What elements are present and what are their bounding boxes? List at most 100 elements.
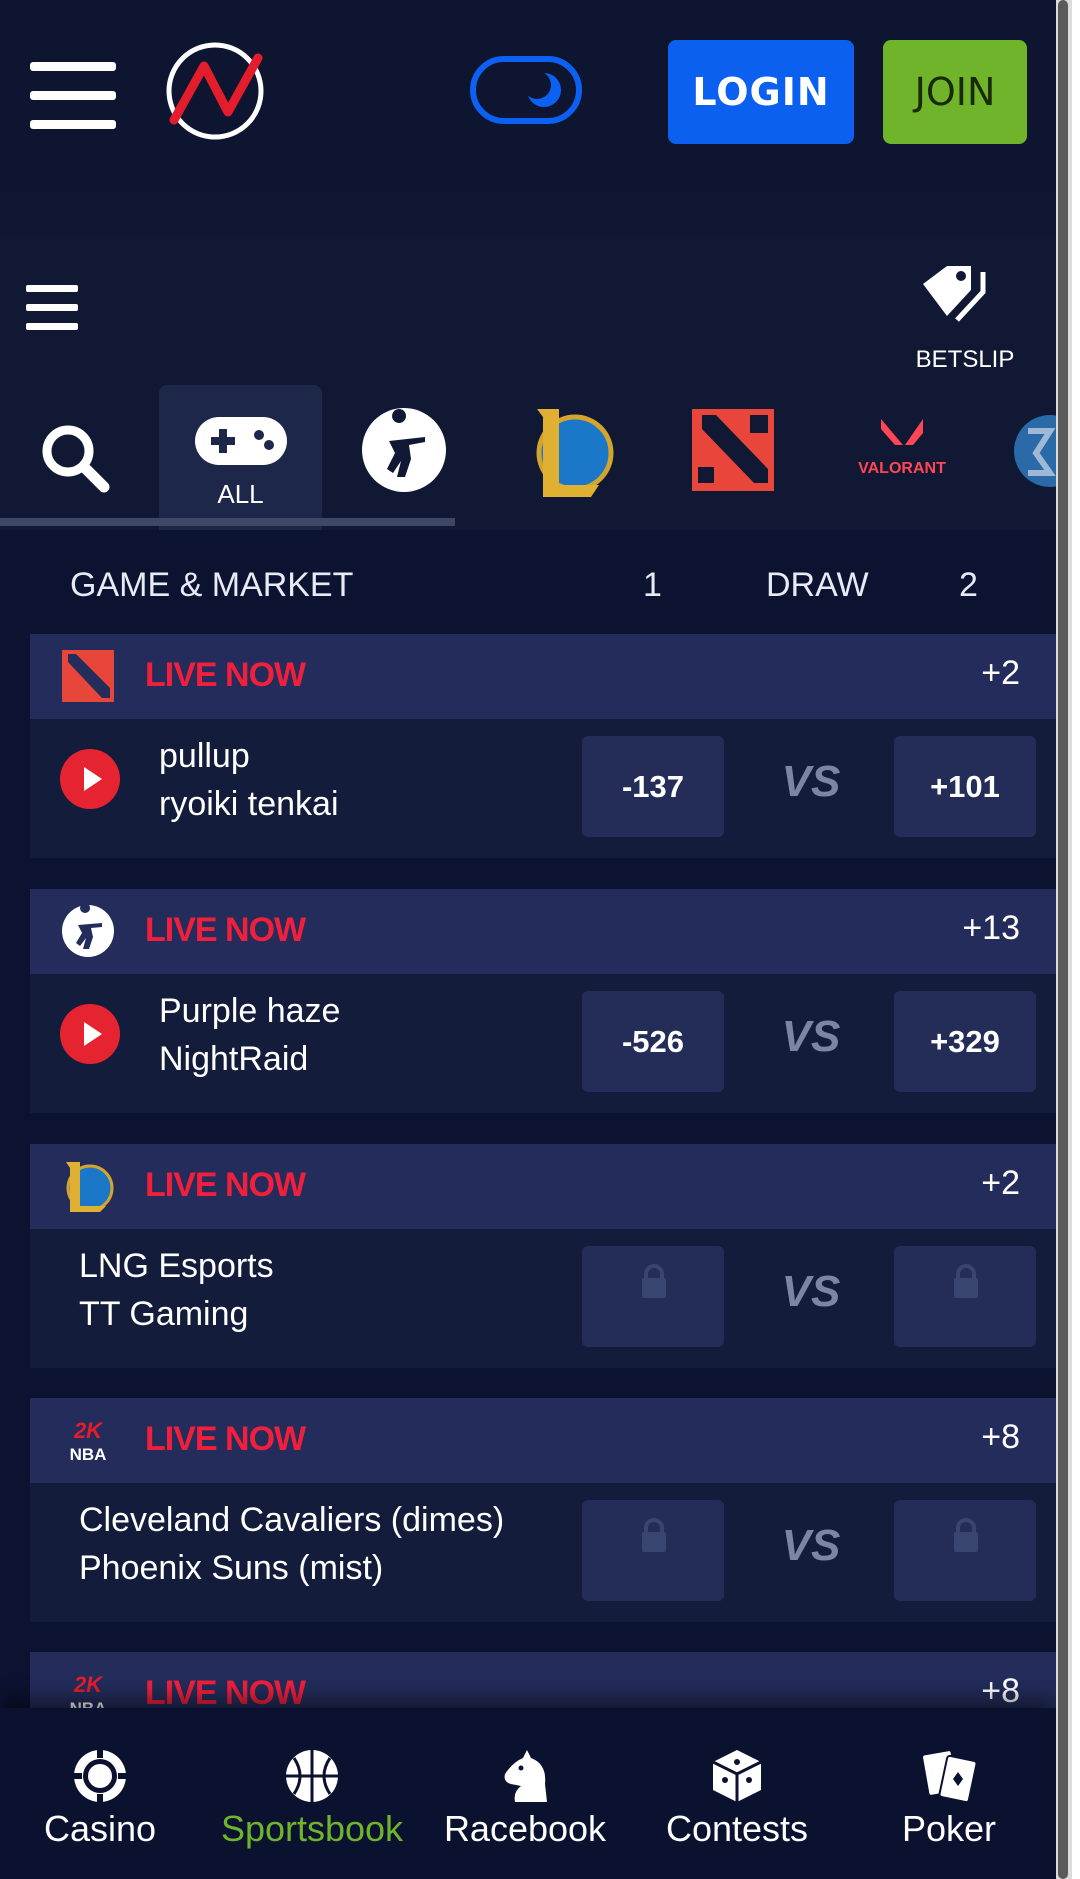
match-row: Cleveland Cavaliers (dimes) Phoenix Suns… <box>30 1483 1056 1622</box>
team-1-name: LNG Esports <box>79 1247 274 1285</box>
counter-strike-icon <box>62 903 114 957</box>
nav-poker[interactable]: Poker <box>849 1708 1049 1879</box>
game-market-header: GAME & MARKET <box>70 566 354 604</box>
valorant-icon: VALORANT <box>858 419 946 477</box>
live-now-label: LIVE NOW <box>145 911 306 949</box>
dota-2-icon <box>62 650 114 702</box>
team-2-name: Phoenix Suns (mist) <box>79 1549 384 1587</box>
vs-label: VS <box>781 1012 841 1061</box>
lock-icon <box>642 1264 666 1298</box>
draw-header: DRAW <box>766 566 869 604</box>
horse-icon <box>504 1750 547 1802</box>
page-scrollbar[interactable] <box>1056 0 1072 1879</box>
team-2-name: NightRaid <box>159 1040 309 1078</box>
more-markets-link[interactable]: +13 <box>962 909 1020 948</box>
live-now-label: LIVE NOW <box>145 1166 306 1204</box>
casino-chip-icon <box>74 1750 126 1802</box>
odds-team-1-locked <box>582 1246 724 1347</box>
live-stream-button[interactable] <box>60 1004 120 1064</box>
tab-dota-2[interactable] <box>686 385 786 530</box>
odds-team-2-button[interactable]: +329 <box>894 991 1036 1092</box>
odds-team-1-button[interactable]: -137 <box>582 736 724 837</box>
playing-cards-icon <box>921 1749 977 1804</box>
vs-label: VS <box>781 757 841 806</box>
tab-all-label: ALL <box>217 479 264 509</box>
dota-2-icon <box>692 409 774 491</box>
join-button[interactable]: JOIN <box>883 40 1027 144</box>
live-stream-button[interactable] <box>60 749 120 809</box>
header-divider <box>0 192 1056 237</box>
counter-strike-icon <box>362 408 446 492</box>
nav-sportsbook[interactable]: Sportsbook <box>212 1708 412 1879</box>
match-card: 2K NBA LIVE NOW +8 Cleveland Cavaliers (… <box>30 1398 1056 1622</box>
match-row: pullup ryoiki tenkai -137 VS +101 <box>30 719 1056 858</box>
tab-league-of-legends[interactable] <box>523 385 623 530</box>
svg-text:2K: 2K <box>73 1672 104 1697</box>
match-card: LIVE NOW +13 Purple haze NightRaid -526 … <box>30 889 1056 1113</box>
more-markets-link[interactable]: +8 <box>981 1418 1020 1457</box>
team-2-name: ryoiki tenkai <box>159 785 339 823</box>
tab-counter-strike[interactable] <box>355 385 455 530</box>
market-table-header: GAME & MARKET 1 DRAW 2 <box>0 530 1056 634</box>
match-header: LIVE NOW +2 <box>30 1144 1056 1229</box>
nav-contests-label: Contests <box>665 1808 809 1849</box>
main-menu-button[interactable] <box>30 62 116 130</box>
scrollbar-thumb[interactable] <box>1058 0 1068 1879</box>
sportsbook-app: LOGIN JOIN BETSLIP ALL VALORANT GAME & M… <box>0 0 1056 1879</box>
lock-icon <box>954 1264 978 1298</box>
sportsbook-header <box>0 237 1056 385</box>
nav-casino[interactable]: Casino <box>0 1708 200 1879</box>
more-markets-link[interactable]: +2 <box>981 1164 1020 1203</box>
brand-logo[interactable] <box>160 36 270 146</box>
odds-team-2-button[interactable]: +101 <box>894 736 1036 837</box>
login-button[interactable]: LOGIN <box>668 40 854 144</box>
svg-text:NBA: NBA <box>70 1445 107 1464</box>
odds-team-2-locked <box>894 1500 1036 1601</box>
starcraft-icon <box>1014 415 1056 487</box>
odds-team-1-locked <box>582 1500 724 1601</box>
nav-racebook[interactable]: Racebook <box>425 1708 625 1879</box>
more-markets-link[interactable]: +8 <box>981 1672 1020 1711</box>
nav-sportsbook-label: Sportsbook <box>220 1808 404 1849</box>
league-of-legends-icon <box>66 1162 114 1212</box>
dark-mode-toggle[interactable] <box>470 56 582 124</box>
live-now-label: LIVE NOW <box>145 656 306 694</box>
team-1-name: pullup <box>159 737 250 775</box>
nav-casino-label: Casino <box>43 1808 157 1849</box>
svg-text:2K: 2K <box>73 1418 104 1443</box>
match-row: Purple haze NightRaid -526 VS +329 <box>30 974 1056 1113</box>
lock-icon <box>642 1518 666 1552</box>
tab-starcraft[interactable] <box>1010 385 1056 530</box>
category-scroll-indicator[interactable] <box>0 518 455 526</box>
betslip-label: BETSLIP <box>915 346 1015 373</box>
gamepad-icon <box>195 417 287 465</box>
sports-menu-button[interactable] <box>26 285 78 331</box>
basketball-icon <box>286 1750 338 1802</box>
col-2-header: 2 <box>959 566 978 604</box>
category-tabs: ALL VALORANT <box>0 385 1056 530</box>
match-header: LIVE NOW +13 <box>30 889 1056 974</box>
betslip-button[interactable]: BETSLIP <box>905 262 1025 382</box>
match-header: LIVE NOW +2 <box>30 634 1056 719</box>
col-1-header: 1 <box>643 566 662 604</box>
nav-poker-label: Poker <box>901 1808 997 1849</box>
svg-text:VALORANT: VALORANT <box>858 460 946 477</box>
match-row: LNG Esports TT Gaming VS <box>30 1229 1056 1368</box>
tab-search[interactable] <box>20 385 130 530</box>
odds-team-1-button[interactable]: -526 <box>582 991 724 1092</box>
match-header: 2K NBA LIVE NOW +8 <box>30 1398 1056 1483</box>
tab-valorant[interactable]: VALORANT <box>845 385 960 530</box>
tab-all[interactable]: ALL <box>159 385 322 530</box>
match-card: LIVE NOW +2 pullup ryoiki tenkai -137 VS… <box>30 634 1056 858</box>
team-1-name: Purple haze <box>159 992 341 1030</box>
bottom-navigation: Casino Sportsbook Racebook Contests Poke… <box>0 1708 1056 1879</box>
vs-label: VS <box>781 1267 841 1316</box>
more-markets-link[interactable]: +2 <box>981 654 1020 693</box>
live-now-label: LIVE NOW <box>145 1420 306 1458</box>
odds-team-2-locked <box>894 1246 1036 1347</box>
top-header: LOGIN JOIN <box>0 0 1056 192</box>
team-2-name: TT Gaming <box>79 1295 249 1333</box>
search-icon <box>42 425 110 493</box>
cube-icon <box>712 1750 762 1802</box>
nav-contests[interactable]: Contests <box>637 1708 837 1879</box>
